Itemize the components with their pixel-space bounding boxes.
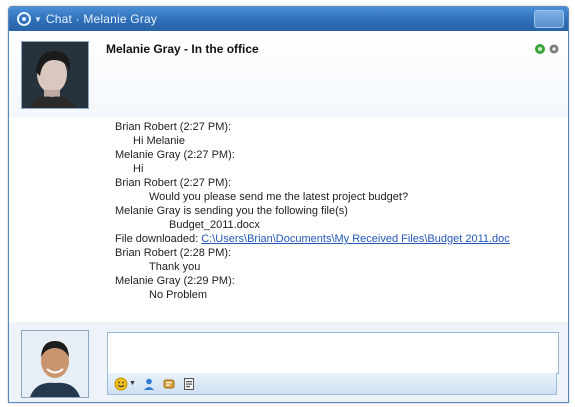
compose-toolbar: ▼ xyxy=(107,373,557,395)
attachment-icon xyxy=(183,377,194,390)
message-sender: Brian Robert (2:27 PM): xyxy=(115,177,232,189)
download-path-link[interactable]: C:\Users\Brian\Documents\My Received Fil… xyxy=(201,233,510,245)
emoticon-button[interactable]: ▼ xyxy=(114,375,136,393)
message-sender: Brian Robert (2:28 PM): xyxy=(115,247,232,259)
header-icons xyxy=(534,43,560,55)
message-text: Hi Melanie xyxy=(133,135,185,147)
message-sender: Melanie Gray (2:27 PM): xyxy=(115,149,235,161)
file-send-notice: Melanie Gray is sending you the followin… xyxy=(115,205,348,217)
my-photo-image xyxy=(22,331,88,397)
message-text: No Problem xyxy=(149,289,208,301)
contact-photo-image xyxy=(22,42,88,108)
conversation-history[interactable]: Brian Robert (2:27 PM): Hi Melanie Melan… xyxy=(9,117,568,322)
message-sender: Melanie Gray (2:29 PM): xyxy=(115,275,235,287)
my-avatar[interactable] xyxy=(21,330,89,398)
file-name: Budget_2011.docx xyxy=(169,219,260,231)
message-text: Would you please send me the latest proj… xyxy=(149,191,409,203)
chevron-down-icon: ▼ xyxy=(129,380,136,387)
message-sender: Brian Robert (2:27 PM): xyxy=(115,121,232,133)
chevron-down-icon[interactable]: ▼ xyxy=(34,15,42,24)
emoticon-icon xyxy=(114,377,128,390)
contact-avatar[interactable] xyxy=(21,41,89,109)
gear-icon[interactable] xyxy=(548,43,560,55)
window-controls[interactable] xyxy=(534,10,564,28)
message-input[interactable] xyxy=(107,332,559,374)
window-title: Chat · Melanie Gray xyxy=(45,12,158,26)
status-icon xyxy=(163,379,175,388)
conversation-header: Melanie Gray - In the office xyxy=(9,31,568,117)
chat-window: ▼ Chat · Melanie Gray Melanie Gray - In … xyxy=(8,6,569,403)
message-text: Thank you xyxy=(149,261,201,273)
communicator-icon[interactable] xyxy=(16,11,32,27)
compose-area: ▼ xyxy=(9,322,568,402)
download-label: File downloaded: xyxy=(115,233,199,245)
file-download-line: File downloaded: C:\Users\Brian\Document… xyxy=(115,233,510,245)
contact-icon xyxy=(143,378,154,390)
status-button[interactable] xyxy=(162,375,176,393)
contact-button[interactable] xyxy=(142,375,156,393)
contact-name[interactable]: Melanie Gray - In the office xyxy=(106,42,259,56)
title-bar[interactable]: ▼ Chat · Melanie Gray xyxy=(9,7,568,31)
message-text: Hi xyxy=(133,163,144,175)
attachment-button[interactable] xyxy=(182,375,196,393)
presence-icon[interactable] xyxy=(534,43,546,55)
